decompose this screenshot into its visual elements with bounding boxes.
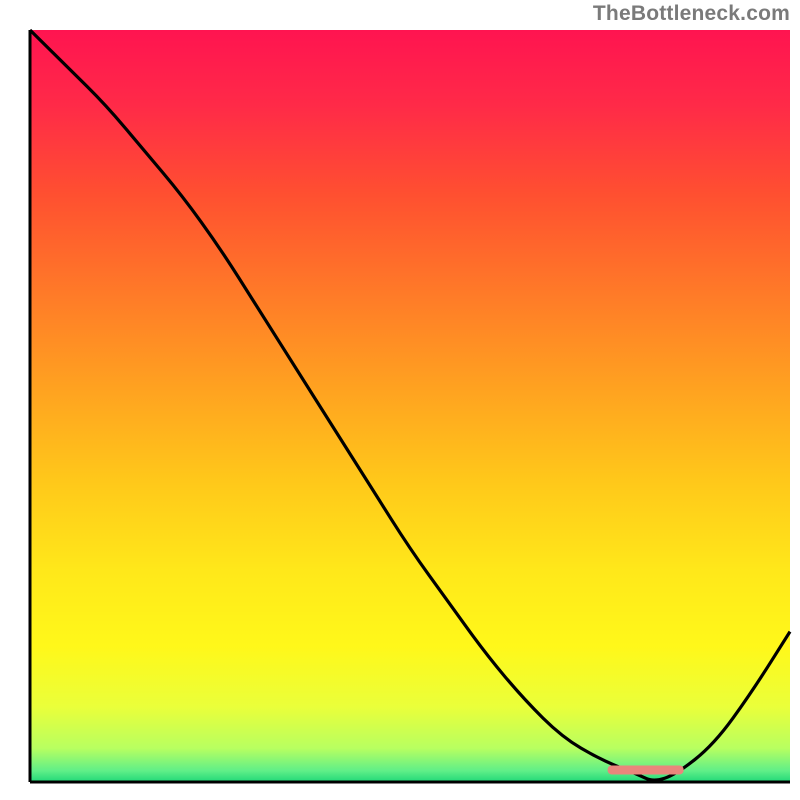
chart-stage: TheBottleneck.com	[0, 0, 800, 800]
optimal-range-marker	[608, 765, 684, 774]
plot-background	[30, 30, 790, 782]
bottleneck-chart	[0, 0, 800, 800]
